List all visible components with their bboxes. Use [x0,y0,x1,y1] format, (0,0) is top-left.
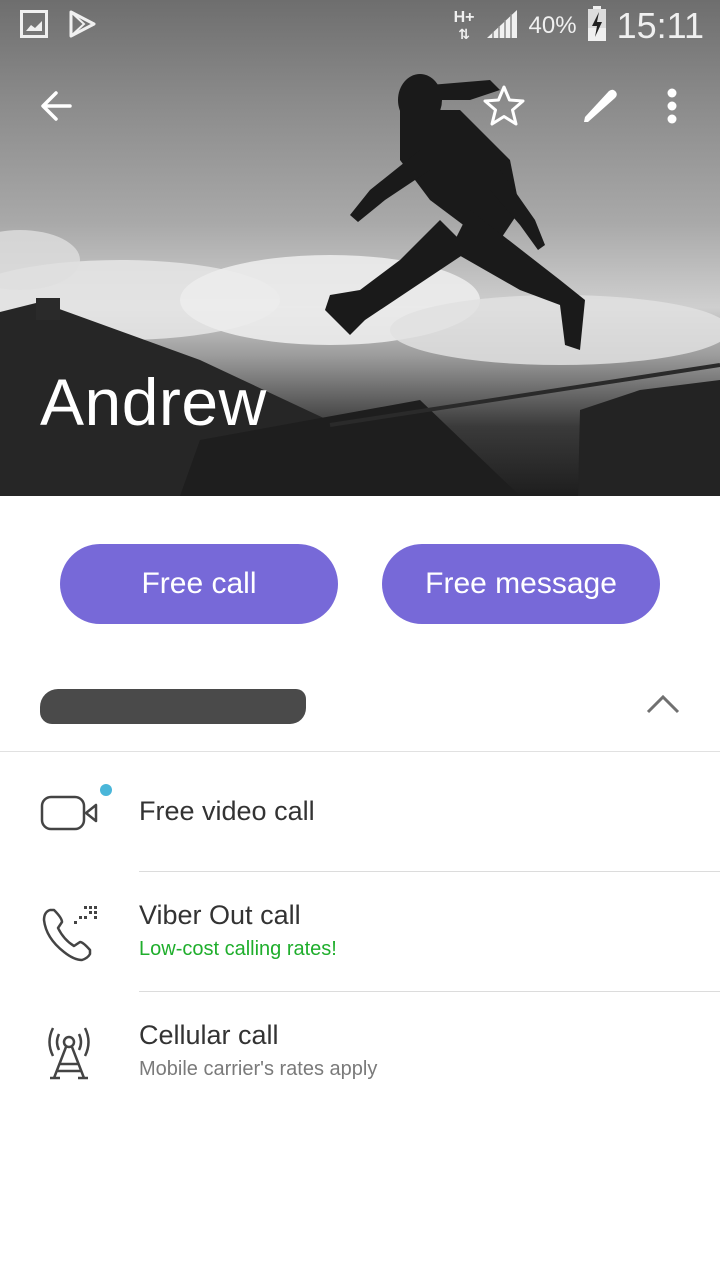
option-title: Free video call [139,796,315,826]
more-options-button[interactable] [648,82,696,130]
back-button[interactable] [32,82,80,130]
clock: 15:11 [616,5,704,46]
option-title: Cellular call [139,1020,279,1050]
new-badge-dot [100,784,112,796]
star-icon [483,85,525,126]
play-store-notification-icon [68,10,96,43]
chevron-up-icon[interactable] [646,694,680,714]
viber-out-call-option[interactable]: Viber Out call Low-cost calling rates! [0,872,720,992]
pencil-icon [584,89,617,122]
toolbar [0,70,720,142]
free-call-button[interactable]: Free call [60,544,338,624]
redacted-phone-number [40,689,306,724]
cellular-call-option[interactable]: Cellular call Mobile carrier's rates app… [0,992,720,1112]
network-type: H+ [453,9,475,26]
free-video-call-option[interactable]: Free video call [0,752,720,872]
video-camera-icon [40,795,98,831]
phone-number-row[interactable] [0,660,720,752]
edit-button[interactable] [576,82,624,130]
favorite-button[interactable] [480,82,528,130]
signal-icon [485,8,519,45]
option-subtitle: Low-cost calling rates! [139,938,337,960]
hplus-data-icon: H+ ⇅ [453,9,475,43]
viber-out-phone-icon [42,906,97,962]
status-bar: H+ ⇅ 40% 15:11 [0,0,720,50]
more-vertical-icon [667,88,677,124]
arrow-left-icon [41,91,72,121]
cell-tower-icon [48,1027,90,1080]
contact-name: Andrew [40,365,267,439]
battery-charging-icon [587,5,607,47]
option-title: Viber Out call [139,900,301,930]
option-subtitle: Mobile carrier's rates apply [139,1058,378,1080]
action-buttons: Free call Free message [0,544,720,624]
battery-percent: 40% [528,12,577,39]
gallery-notification-icon [20,10,48,43]
contact-photo-header: H+ ⇅ 40% 15:11 Andrew [0,0,720,496]
free-message-button[interactable]: Free message [382,544,660,624]
